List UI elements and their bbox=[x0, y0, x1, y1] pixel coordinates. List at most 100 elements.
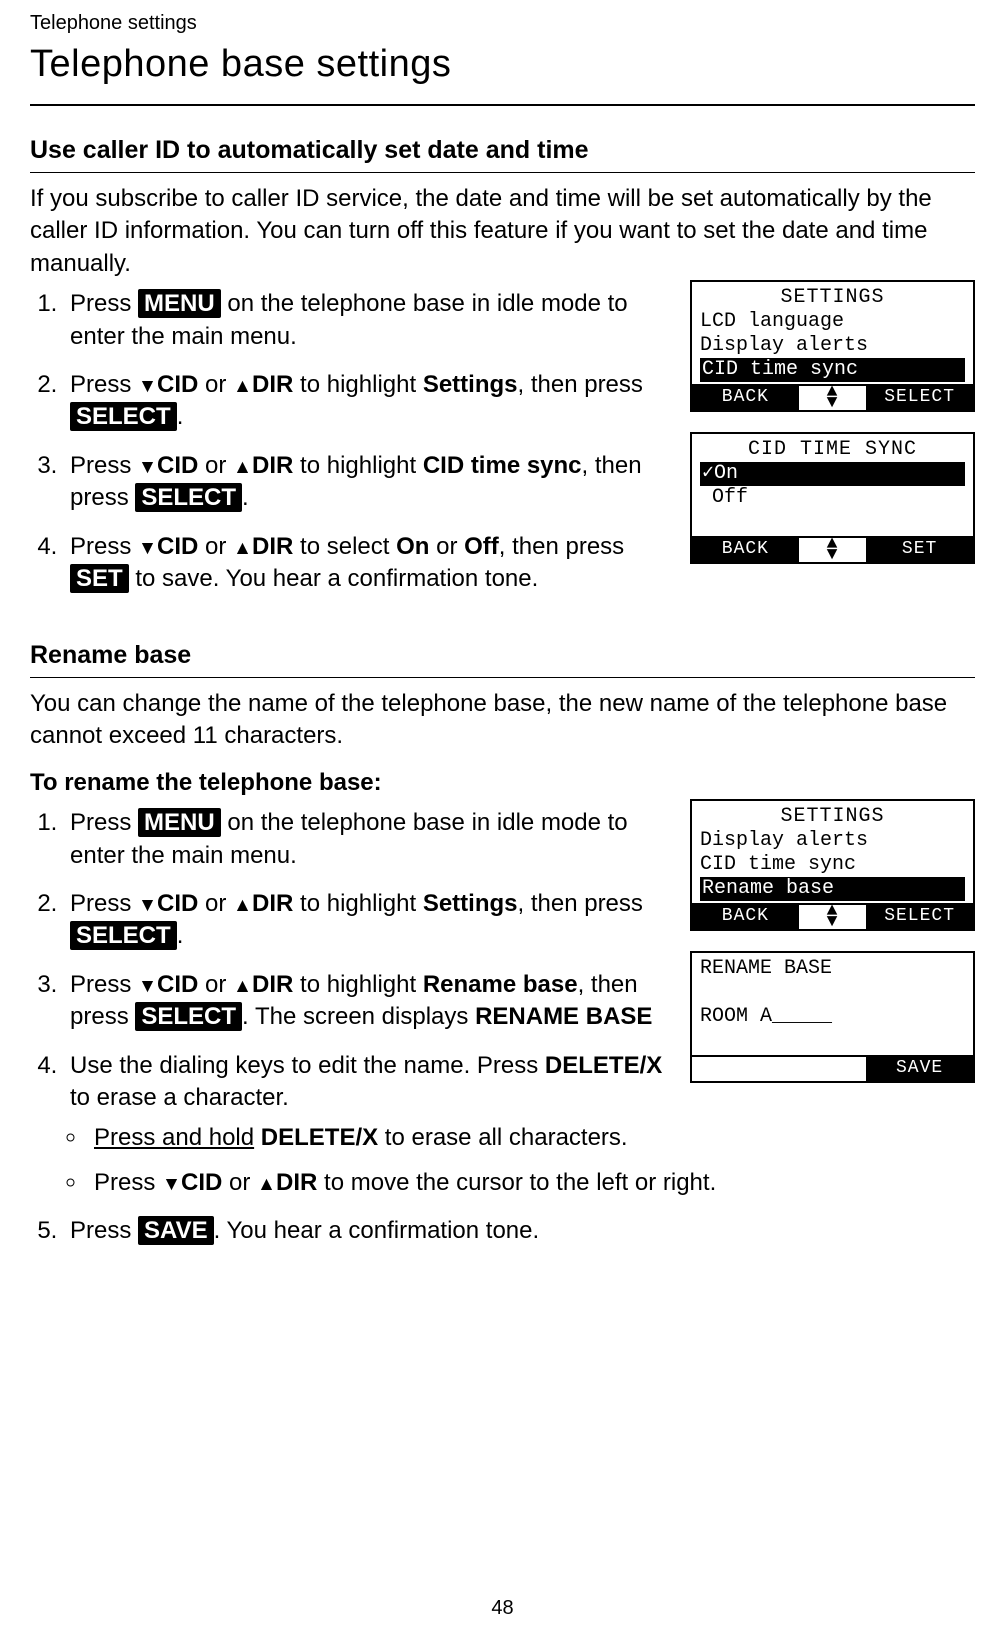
txt: . The screen displays bbox=[242, 1003, 475, 1030]
lcd-settings-cid: SETTINGS LCD language Display alerts CID… bbox=[690, 280, 975, 412]
select-key: SELECT bbox=[135, 483, 242, 512]
txt: CID bbox=[157, 971, 198, 998]
lcd-row: Off bbox=[700, 486, 965, 510]
txt: Rename base bbox=[423, 971, 578, 998]
txt: . bbox=[242, 484, 249, 511]
txt: . bbox=[177, 922, 184, 949]
softkey-back: BACK bbox=[692, 538, 799, 562]
txt: to select bbox=[293, 533, 396, 560]
txt: , then press bbox=[499, 533, 624, 560]
up-arrow-icon bbox=[233, 452, 252, 479]
txt: Press bbox=[70, 1217, 138, 1244]
softkey-save: SAVE bbox=[866, 1057, 973, 1081]
down-arrow-icon bbox=[162, 1169, 181, 1196]
lcd-title: RENAME BASE bbox=[700, 957, 965, 981]
lcd-row-highlight: ✓On bbox=[700, 462, 965, 486]
up-arrow-icon bbox=[233, 371, 252, 398]
lcd-input-value: ROOM A_____ bbox=[700, 1005, 965, 1029]
txt: CID time sync bbox=[423, 452, 582, 479]
nav-arrows-icon: ▲▼ bbox=[799, 905, 866, 929]
txt: Press bbox=[70, 290, 138, 317]
txt: DELETE/X bbox=[261, 1124, 378, 1151]
txt: , then press bbox=[518, 371, 643, 398]
txt: or bbox=[429, 533, 464, 560]
txt: or bbox=[198, 971, 233, 998]
txt: or bbox=[222, 1169, 257, 1196]
down-arrow-icon bbox=[138, 890, 157, 917]
softkey-blank bbox=[692, 1057, 799, 1081]
softkey-select: SELECT bbox=[866, 905, 973, 929]
txt: On bbox=[396, 533, 429, 560]
menu-key: MENU bbox=[138, 289, 221, 318]
select-key: SELECT bbox=[135, 1002, 242, 1031]
txt: CID bbox=[157, 890, 198, 917]
lcd-title: CID TIME SYNC bbox=[700, 438, 965, 462]
txt: Settings bbox=[423, 371, 518, 398]
lcd-row: CID time sync bbox=[700, 853, 965, 877]
lcd-rename-base: RENAME BASE ROOM A_____ SAVE bbox=[690, 951, 975, 1083]
nav-arrows-icon: ▲▼ bbox=[799, 386, 866, 410]
txt: RENAME BASE bbox=[475, 1003, 652, 1030]
up-arrow-icon bbox=[257, 1169, 276, 1196]
txt: CID bbox=[157, 533, 198, 560]
txt bbox=[254, 1124, 261, 1151]
txt: or bbox=[198, 452, 233, 479]
txt: or bbox=[198, 371, 233, 398]
divider bbox=[30, 172, 975, 173]
txt: Press bbox=[70, 971, 138, 998]
up-arrow-icon bbox=[233, 533, 252, 560]
lcd-title: SETTINGS bbox=[700, 805, 965, 829]
softkey-set: SET bbox=[866, 538, 973, 562]
txt: or bbox=[198, 533, 233, 560]
txt: CID bbox=[157, 452, 198, 479]
bullet-2: Press CID or DIR to move the cursor to t… bbox=[88, 1167, 975, 1199]
lcd-row: Display alerts bbox=[700, 829, 965, 853]
txt: Press bbox=[70, 371, 138, 398]
txt: DIR bbox=[252, 371, 293, 398]
txt: to save. You hear a confirmation tone. bbox=[129, 565, 539, 592]
txt: to highlight bbox=[293, 371, 422, 398]
page-number: 48 bbox=[491, 1595, 513, 1622]
txt: to erase a character. bbox=[70, 1084, 289, 1111]
down-arrow-icon bbox=[138, 452, 157, 479]
section1-intro: If you subscribe to caller ID service, t… bbox=[30, 183, 975, 280]
txt: , then press bbox=[518, 890, 643, 917]
txt: to erase all characters. bbox=[378, 1124, 627, 1151]
divider bbox=[30, 104, 975, 106]
txt: DIR bbox=[252, 533, 293, 560]
step-5: Press SAVE. You hear a confirmation tone… bbox=[64, 1215, 975, 1247]
lcd-title: SETTINGS bbox=[700, 286, 965, 310]
txt: Press bbox=[94, 1169, 162, 1196]
lcd-row-highlight: Rename base bbox=[700, 877, 965, 901]
down-arrow-icon bbox=[138, 971, 157, 998]
divider bbox=[30, 677, 975, 678]
txt: to move the cursor to the left or right. bbox=[317, 1169, 716, 1196]
down-arrow-icon bbox=[138, 371, 157, 398]
lcd-row: Display alerts bbox=[700, 334, 965, 358]
up-arrow-icon bbox=[233, 890, 252, 917]
txt: DIR bbox=[252, 452, 293, 479]
section2-subheading: To rename the telephone base: bbox=[30, 767, 975, 799]
up-arrow-icon bbox=[233, 971, 252, 998]
lcd-row: LCD language bbox=[700, 310, 965, 334]
txt: Press bbox=[70, 452, 138, 479]
select-key: SELECT bbox=[70, 402, 177, 431]
txt: Press bbox=[70, 533, 138, 560]
txt: DIR bbox=[252, 890, 293, 917]
txt: DELETE/X bbox=[545, 1052, 662, 1079]
txt: DIR bbox=[252, 971, 293, 998]
txt: Use the dialing keys to edit the name. P… bbox=[70, 1052, 545, 1079]
save-key: SAVE bbox=[138, 1216, 214, 1245]
section-heading-cid: Use caller ID to automatically set date … bbox=[30, 134, 975, 168]
txt: . You hear a confirmation tone. bbox=[214, 1217, 540, 1244]
txt: Settings bbox=[423, 890, 518, 917]
page-title: Telephone base settings bbox=[30, 39, 975, 90]
txt: CID bbox=[157, 371, 198, 398]
menu-key: MENU bbox=[138, 808, 221, 837]
lcd-settings-rename: SETTINGS Display alerts CID time sync Re… bbox=[690, 799, 975, 931]
txt: Off bbox=[464, 533, 499, 560]
lcd-cid-time-sync: CID TIME SYNC ✓On Off BACK ▲▼ SET bbox=[690, 432, 975, 564]
txt: Press and hold bbox=[94, 1124, 254, 1151]
section2-intro: You can change the name of the telephone… bbox=[30, 688, 975, 753]
txt: Press bbox=[70, 890, 138, 917]
